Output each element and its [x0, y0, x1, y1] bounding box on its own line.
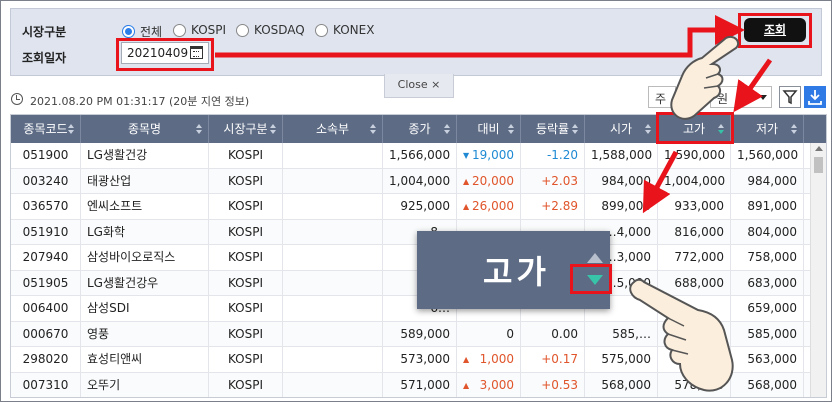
arrow-to-zoom: [642, 150, 679, 214]
arrow-to-high-column: [733, 58, 773, 113]
sort-toggle-highlight-box: [570, 264, 612, 294]
pointing-hand-icon: [670, 36, 740, 120]
pointing-hand-icon: [629, 278, 734, 392]
zoom-label: 고가: [483, 253, 550, 291]
arrow-to-query: [215, 15, 745, 58]
